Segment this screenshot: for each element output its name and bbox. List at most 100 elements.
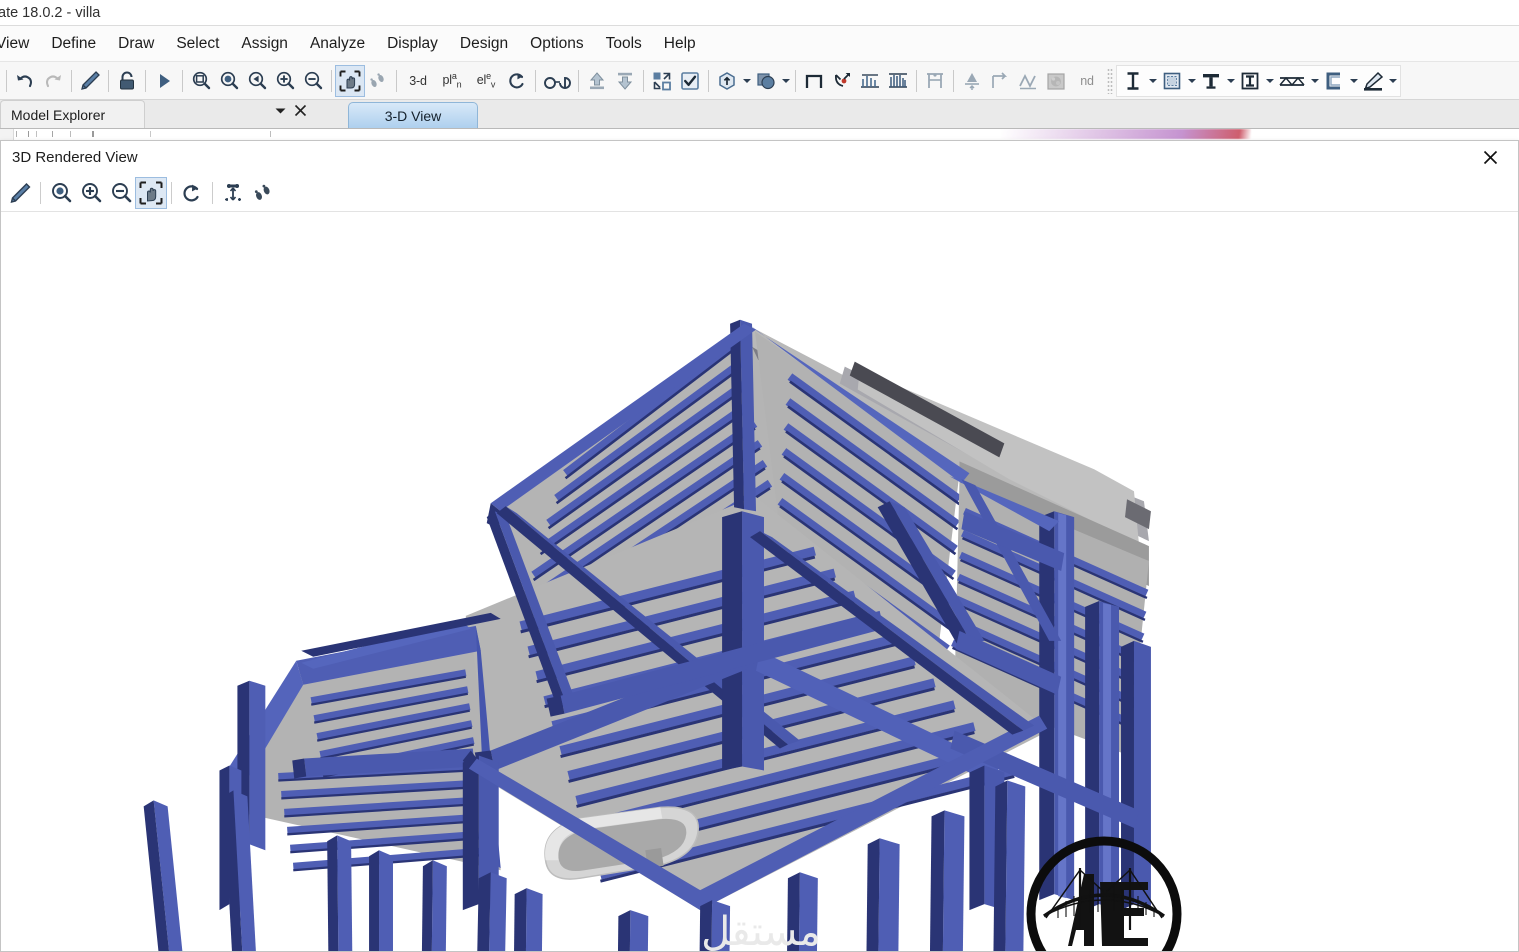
extrude-view-dropdown[interactable] — [741, 66, 752, 96]
restore-view-button[interactable] — [364, 66, 392, 96]
main-toolbar: 3-d plan elev nd — [0, 62, 1519, 100]
tee-section-icon — [1200, 70, 1222, 92]
menu-design[interactable]: Design — [449, 31, 519, 57]
dialog-zoom-in-button[interactable] — [76, 178, 106, 208]
set-plan-view-label: plan — [442, 71, 462, 90]
chevron-down-icon — [1187, 78, 1196, 84]
section-cut-icon — [923, 70, 947, 92]
zoom-out-button[interactable] — [299, 66, 327, 96]
section-properties-panel — [1116, 64, 1401, 97]
show-tables-icon — [858, 71, 882, 91]
edit-pencil-icon — [8, 181, 32, 205]
column-section-button[interactable] — [1158, 66, 1186, 96]
assign-release-button[interactable] — [986, 66, 1014, 96]
channel-section-button[interactable] — [1320, 66, 1348, 96]
toolbar-grip[interactable] — [1107, 67, 1113, 94]
draw-frame-button[interactable] — [800, 66, 828, 96]
rotate-3d-button[interactable] — [503, 66, 531, 96]
run-analysis-icon — [154, 71, 174, 91]
assign-load-button[interactable] — [1014, 66, 1042, 96]
menu-display[interactable]: Display — [376, 31, 449, 57]
restore-view-icon — [367, 70, 389, 92]
set-plan-view-button[interactable]: plan — [435, 66, 469, 96]
section-cut-button[interactable] — [921, 66, 949, 96]
assign-support-button[interactable] — [958, 66, 986, 96]
draw-section-dropdown[interactable] — [1387, 66, 1398, 96]
tee-section-button[interactable] — [1197, 66, 1225, 96]
truss-section-dropdown[interactable] — [1309, 66, 1320, 96]
check-model-icon — [679, 70, 701, 92]
move-up-story-icon — [586, 70, 608, 92]
dialog-toolbar-separator — [40, 181, 41, 204]
channel-section-dropdown[interactable] — [1348, 66, 1359, 96]
rubber-band-zoom-icon — [190, 70, 212, 92]
dialog-rubber-band-zoom-button[interactable] — [46, 178, 76, 208]
move-up-story-button[interactable] — [583, 66, 611, 96]
menu-assign[interactable]: Assign — [230, 31, 299, 57]
dialog-titlebar: 3D Rendered View — [1, 141, 1518, 174]
tab-3d-view[interactable]: 3-D View — [348, 102, 478, 128]
pan-button[interactable] — [335, 64, 365, 97]
show-tables-button[interactable] — [856, 66, 884, 96]
set-elevation-view-button[interactable]: elev — [469, 66, 503, 96]
draw-joint-button[interactable] — [828, 66, 856, 96]
menu-draw[interactable]: Draw — [107, 31, 165, 57]
dialog-close-button[interactable] — [1470, 143, 1510, 171]
set-elevation-icon — [221, 181, 245, 205]
model-explorer-tab[interactable]: Model Explorer — [0, 100, 145, 128]
toolbar-separator — [795, 69, 796, 92]
menu-options[interactable]: Options — [519, 31, 594, 57]
close-icon[interactable] — [294, 104, 307, 117]
menu-help[interactable]: Help — [653, 31, 707, 57]
menu-view[interactable]: View — [0, 31, 40, 57]
dialog-perspective-walk-button[interactable] — [248, 178, 278, 208]
lock-model-button[interactable] — [113, 66, 141, 96]
dialog-set-elevation-button[interactable] — [218, 178, 248, 208]
material-icon — [1044, 70, 1068, 92]
run-analysis-button[interactable] — [150, 66, 178, 96]
extrude-view-button[interactable] — [713, 66, 741, 96]
tee-section-dropdown[interactable] — [1225, 66, 1236, 96]
beam-section-button[interactable] — [1119, 66, 1147, 96]
material-property-button[interactable] — [1042, 66, 1070, 96]
panel-tab-tools — [275, 104, 307, 117]
column-section-dropdown[interactable] — [1186, 66, 1197, 96]
rendered-model-canvas[interactable]: مستقل mostaql.com — [1, 212, 1518, 951]
chevron-down-icon — [1265, 78, 1274, 84]
render-view-dropdown[interactable] — [780, 66, 791, 96]
brace-section-dropdown[interactable] — [1264, 66, 1275, 96]
render-view-button[interactable] — [752, 66, 780, 96]
edit-pencil-button[interactable] — [76, 66, 104, 96]
move-down-story-button[interactable] — [611, 66, 639, 96]
set-3d-view-button[interactable]: 3-d — [401, 66, 435, 96]
dialog-rotate-button[interactable] — [177, 178, 207, 208]
truss-section-button[interactable] — [1275, 66, 1309, 96]
draw-section-button[interactable] — [1359, 66, 1387, 96]
display-options-button[interactable] — [648, 66, 676, 96]
menu-analyze[interactable]: Analyze — [299, 31, 376, 57]
beam-section-dropdown[interactable] — [1147, 66, 1158, 96]
dialog-zoom-out-button[interactable] — [106, 178, 136, 208]
undo-button[interactable] — [11, 66, 39, 96]
menu-select[interactable]: Select — [165, 31, 230, 57]
zoom-previous-button[interactable] — [243, 66, 271, 96]
dialog-pan-button[interactable] — [135, 176, 167, 209]
brace-section-button[interactable] — [1236, 66, 1264, 96]
menu-define[interactable]: Define — [40, 31, 107, 57]
redo-button[interactable] — [39, 66, 67, 96]
tab-3d-view-label: 3-D View — [384, 107, 442, 124]
deformed-shape-button[interactable] — [884, 66, 912, 96]
structural-frame-model — [143, 319, 1151, 951]
brace-section-icon — [1239, 70, 1261, 92]
check-model-button[interactable] — [676, 66, 704, 96]
zoom-window-button[interactable] — [215, 66, 243, 96]
pan-icon — [138, 180, 164, 206]
dialog-edit-button[interactable] — [5, 178, 35, 208]
perspective-button[interactable] — [540, 66, 574, 96]
rubber-band-zoom-button[interactable] — [187, 66, 215, 96]
menu-tools[interactable]: Tools — [595, 31, 653, 57]
nd-label: nd — [1080, 73, 1094, 88]
zoom-in-button[interactable] — [271, 66, 299, 96]
chevron-down-icon[interactable] — [275, 107, 286, 115]
nd-label-button[interactable]: nd — [1070, 66, 1104, 96]
